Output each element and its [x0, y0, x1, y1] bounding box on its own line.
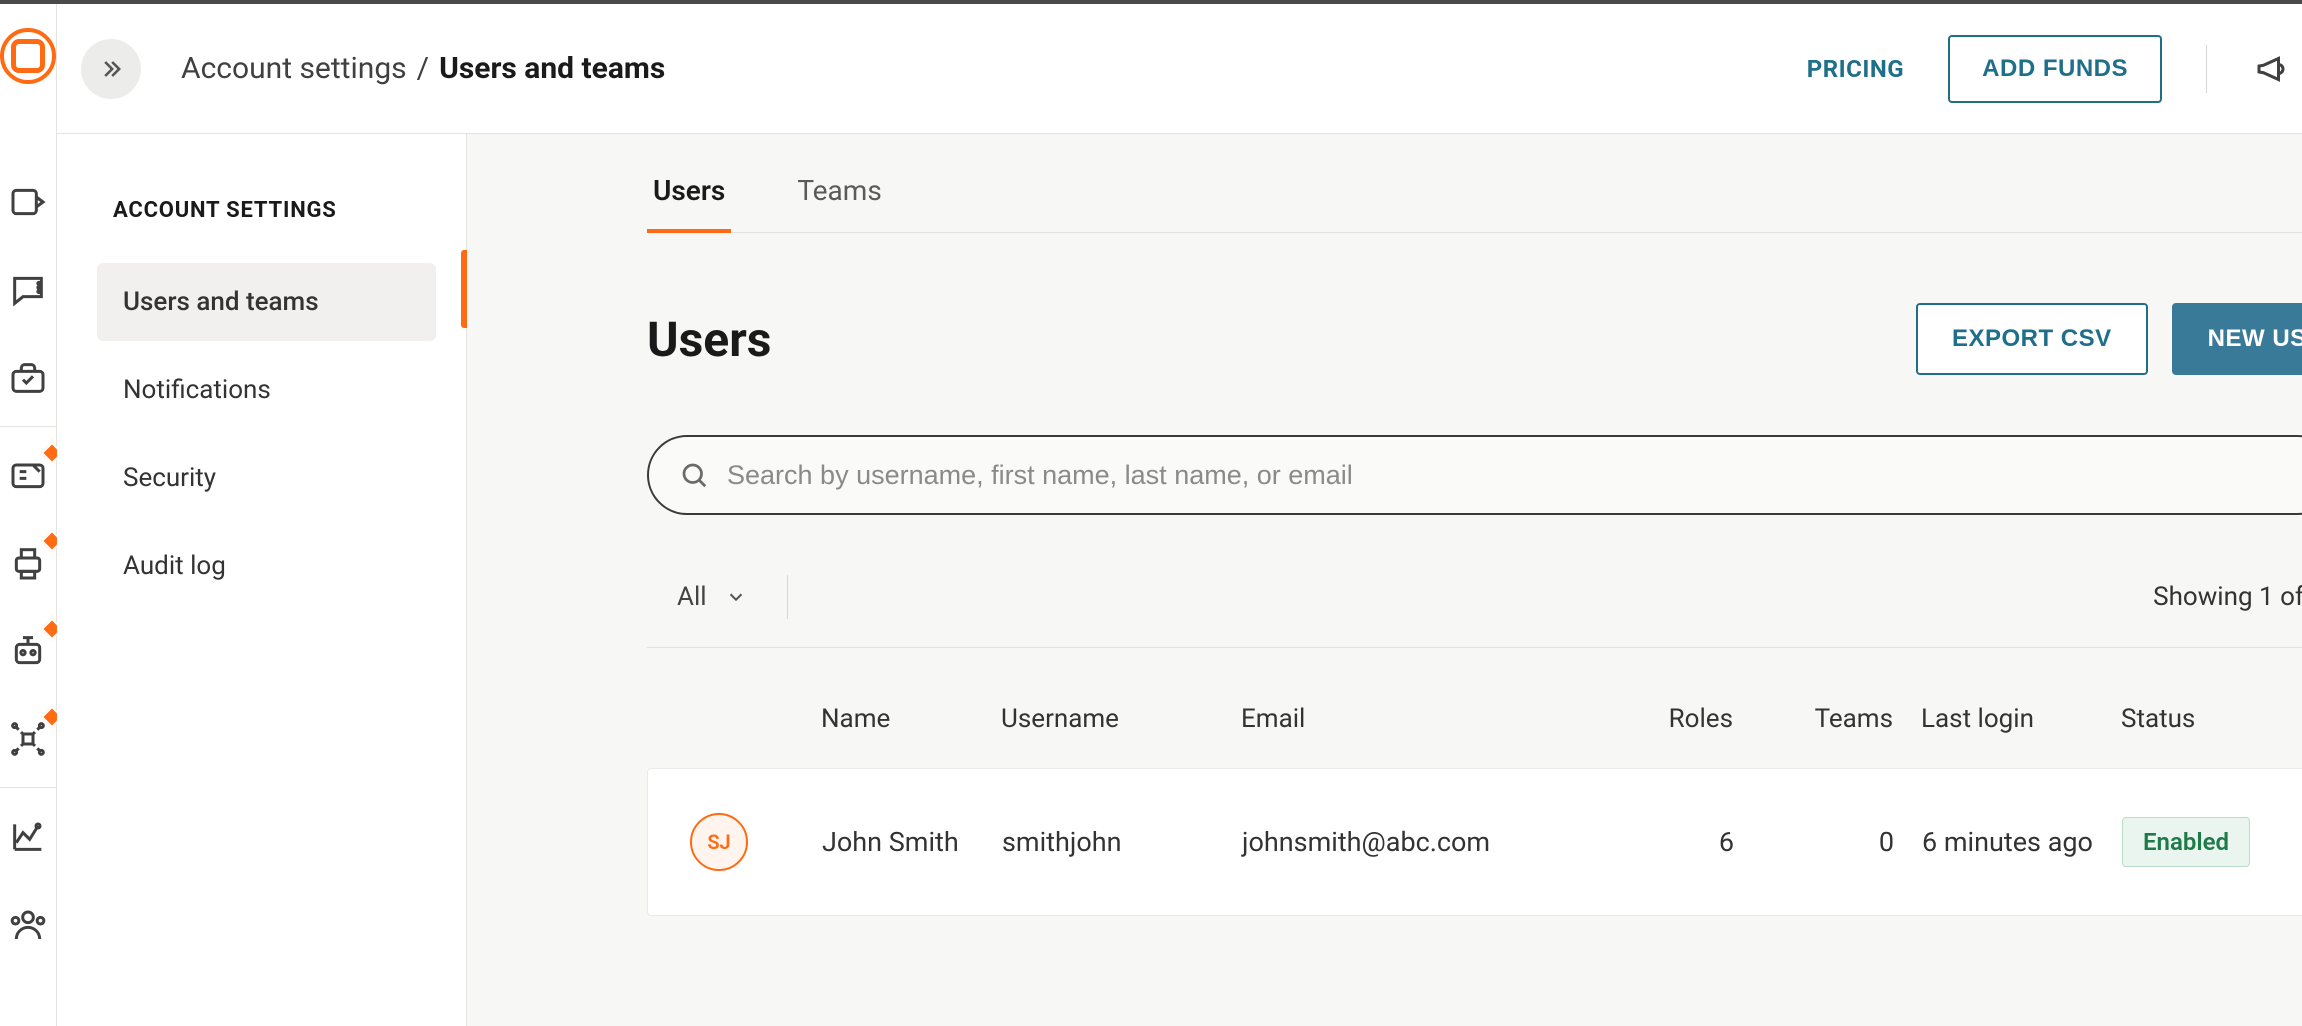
pricing-link[interactable]: PRICING: [1807, 55, 1904, 83]
tab-teams[interactable]: Teams: [791, 174, 887, 232]
header-divider: [2206, 45, 2207, 93]
cell-email: johnsmith@abc.com: [1242, 826, 1602, 858]
left-rail: [0, 4, 57, 1026]
search-input[interactable]: [727, 460, 2302, 491]
col-teams: Teams: [1761, 704, 1911, 734]
announcements-icon[interactable]: [2251, 49, 2291, 89]
table-row[interactable]: SJ John Smith smithjohn johnsmith@abc.co…: [647, 768, 2302, 916]
people-icon[interactable]: [8, 904, 48, 944]
filter-row: All Showing 1 of 1: [647, 575, 2302, 648]
col-name: Name: [821, 704, 991, 734]
breadcrumb-current: Users and teams: [439, 51, 665, 86]
cell-roles: 6: [1612, 826, 1752, 858]
chevron-down-icon: [725, 586, 747, 608]
print-icon[interactable]: [8, 543, 48, 583]
sidebar-item-users-and-teams[interactable]: Users and teams: [97, 263, 436, 341]
cell-name: John Smith: [822, 826, 992, 858]
breadcrumb: Account settings / Users and teams: [181, 51, 665, 86]
add-funds-button[interactable]: ADD FUNDS: [1948, 35, 2162, 103]
sidebar-item-label: Notifications: [123, 375, 271, 405]
cell-last-login: 6 minutes ago: [1922, 826, 2112, 858]
chat-icon[interactable]: [8, 270, 48, 310]
new-user-button[interactable]: NEW USER: [2172, 303, 2302, 375]
cell-teams: 0: [1762, 826, 1912, 858]
breadcrumb-parent[interactable]: Account settings: [181, 51, 407, 86]
cell-username: smithjohn: [1002, 826, 1232, 858]
brand-logo-icon[interactable]: [0, 28, 56, 84]
col-username: Username: [1001, 704, 1231, 734]
send-icon[interactable]: [8, 182, 48, 222]
settings-sidebar: ACCOUNT SETTINGS Users and teams Notific…: [57, 134, 467, 1026]
sidebar-title: ACCOUNT SETTINGS: [113, 198, 436, 223]
breadcrumb-separator: /: [417, 51, 429, 86]
col-status: Status: [2121, 704, 2302, 734]
users-table: Name Username Email Roles Teams Last log…: [647, 684, 2302, 916]
sidebar-item-label: Users and teams: [123, 287, 319, 317]
sidebar-item-audit-log[interactable]: Audit log: [97, 527, 436, 605]
filter-selected-label: All: [677, 582, 707, 612]
rail-section-bottom: [0, 788, 56, 972]
page-title: Users: [647, 311, 771, 368]
chevrons-right-icon: [97, 55, 125, 83]
filter-dropdown[interactable]: All: [677, 575, 788, 619]
sidebar-active-marker: [461, 250, 467, 328]
avatar: SJ: [690, 813, 748, 871]
table-header: Name Username Email Roles Teams Last log…: [647, 684, 2302, 768]
search-container[interactable]: [647, 435, 2302, 515]
sidebar-item-notifications[interactable]: Notifications: [97, 351, 436, 429]
toolbox-icon[interactable]: [8, 358, 48, 398]
search-icon: [679, 460, 709, 490]
col-roles: Roles: [1611, 704, 1751, 734]
rail-section-top: [0, 154, 56, 426]
status-badge: Enabled: [2122, 817, 2250, 867]
bot-icon[interactable]: [8, 631, 48, 671]
results-count: Showing 1 of 1: [2153, 582, 2302, 612]
top-header: Account settings / Users and teams PRICI…: [57, 4, 2302, 134]
tab-bar: Users Teams: [647, 134, 2302, 233]
sidebar-toggle-button[interactable]: [81, 39, 141, 99]
nodes-icon[interactable]: [8, 719, 48, 759]
sidebar-item-label: Audit log: [123, 551, 226, 581]
tab-users[interactable]: Users: [647, 174, 731, 233]
main-content: Users Teams Users EXPORT CSV NEW USER: [467, 134, 2302, 1026]
page-header-row: Users EXPORT CSV NEW USER: [647, 303, 2302, 375]
sidebar-item-label: Security: [123, 463, 216, 493]
export-csv-button[interactable]: EXPORT CSV: [1916, 303, 2148, 375]
rail-section-mid: [0, 427, 56, 787]
inbox-icon[interactable]: [8, 455, 48, 495]
analytics-icon[interactable]: [8, 816, 48, 856]
col-email: Email: [1241, 704, 1601, 734]
sidebar-item-security[interactable]: Security: [97, 439, 436, 517]
col-last-login: Last login: [1921, 704, 2111, 734]
